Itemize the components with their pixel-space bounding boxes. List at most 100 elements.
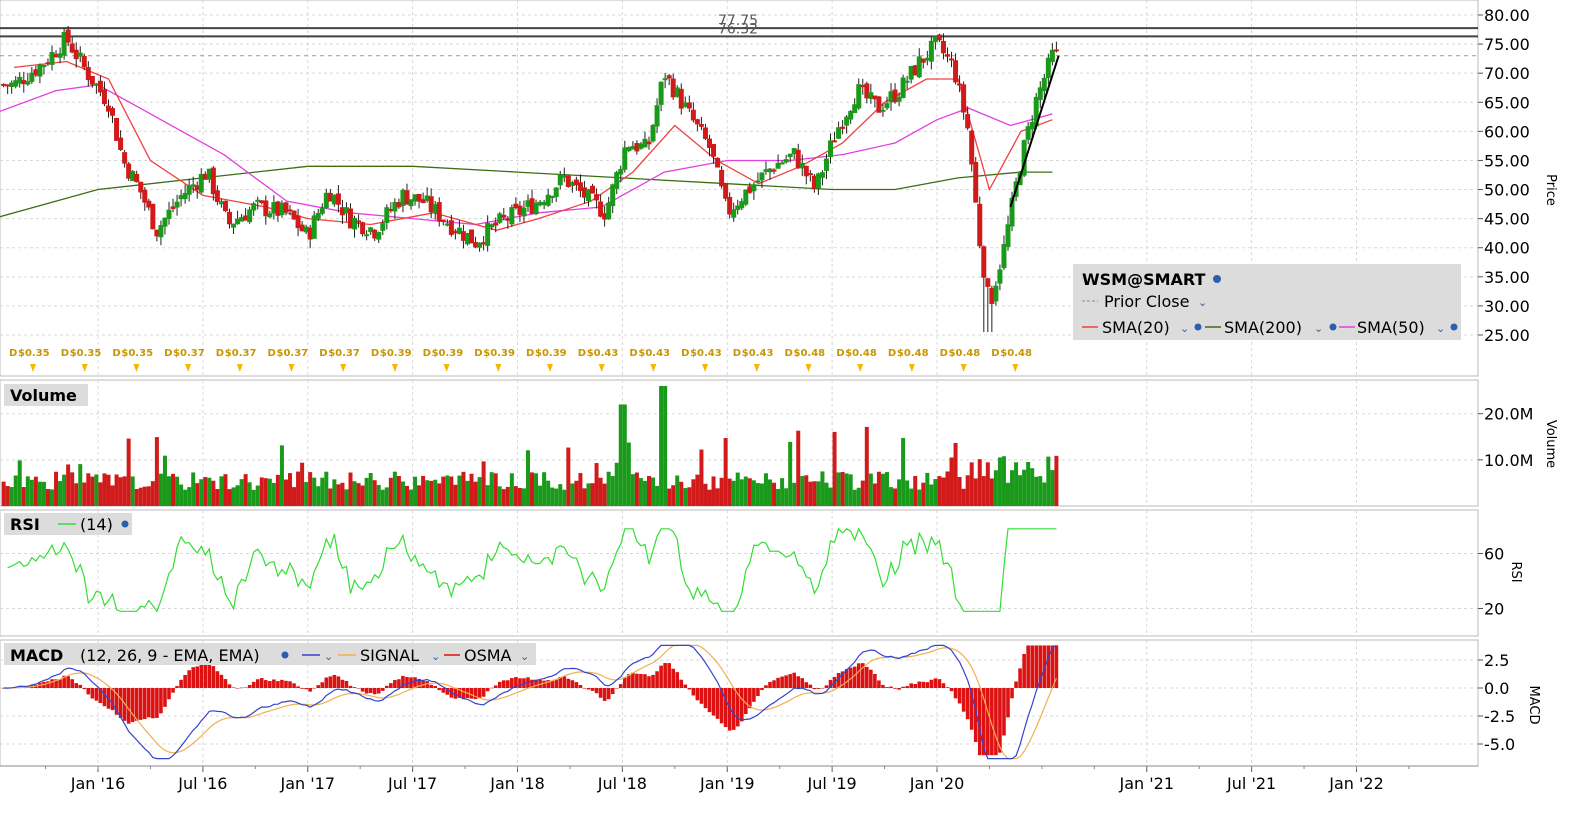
sma200-chevron-icon[interactable]: ⌄	[1314, 322, 1323, 335]
candle-body	[610, 184, 616, 207]
osma-bar	[235, 688, 240, 689]
candle-body	[771, 169, 777, 172]
volume-bar	[118, 477, 123, 506]
osma-bar	[50, 679, 54, 688]
volume-bar	[380, 489, 385, 506]
osma-bar	[780, 676, 784, 688]
candle-body	[287, 209, 293, 212]
sma20-chevron-icon[interactable]: ⌄	[1180, 322, 1189, 335]
osma-bar	[58, 679, 62, 688]
candle-body	[860, 85, 866, 88]
candle-body	[541, 202, 547, 206]
candle-body	[303, 226, 309, 233]
candle-body	[243, 215, 249, 221]
volume-bar	[804, 475, 809, 506]
osma-bar	[239, 687, 244, 689]
candle-body	[932, 36, 938, 43]
volume-bar	[651, 477, 656, 506]
candle-body	[49, 51, 55, 65]
volume-bar	[292, 487, 297, 506]
candle-body	[525, 200, 531, 207]
volume-bar	[162, 455, 167, 506]
sma200-menu-icon[interactable]	[1329, 323, 1337, 331]
candle-body	[218, 201, 224, 205]
volume-bar	[711, 476, 716, 506]
price-y-tick-label: 30.00	[1484, 297, 1530, 316]
sma50-chevron-icon[interactable]: ⌄	[1436, 322, 1445, 335]
osma-bar	[949, 688, 954, 692]
osma-bar	[796, 676, 801, 688]
price-y-tick-label: 25.00	[1484, 326, 1530, 345]
candle-body	[719, 169, 725, 187]
candle-body	[763, 169, 769, 172]
volume-bar	[130, 476, 135, 506]
volume-bar	[344, 489, 349, 506]
volume-bar	[707, 489, 712, 506]
candle-body	[214, 190, 220, 202]
candle-body	[787, 153, 793, 158]
volume-bar	[372, 480, 377, 506]
legend-symbol-menu-icon[interactable]	[1213, 275, 1221, 283]
volume-bar	[578, 473, 583, 506]
prior-close-chevron-icon[interactable]: ⌄	[1198, 296, 1207, 309]
volume-bar	[122, 476, 127, 506]
candle-body	[481, 242, 487, 245]
candle-body	[360, 222, 366, 235]
volume-bar	[735, 472, 740, 506]
candle-body	[146, 200, 152, 208]
volume-bar	[755, 483, 760, 506]
dividend-amount: $0.37	[173, 348, 205, 359]
candle-body	[953, 60, 959, 83]
candle-body	[908, 66, 914, 80]
candle-body	[799, 162, 805, 169]
macd-menu-icon[interactable]	[281, 651, 289, 659]
osma-bar	[155, 688, 159, 718]
volume-bar	[618, 404, 623, 506]
candle-body	[630, 146, 636, 150]
dividend-amount: $0.39	[380, 348, 412, 359]
candle-body	[477, 242, 483, 248]
rsi-y-tick-label: 20	[1484, 600, 1504, 619]
sma50-menu-icon[interactable]	[1450, 323, 1458, 331]
volume-bar	[800, 475, 805, 506]
osma-bar	[925, 682, 930, 688]
volume-bar	[94, 474, 99, 506]
candle-body	[263, 200, 269, 217]
volume-bar	[586, 483, 591, 506]
legend-prior-close: Prior Close	[1104, 292, 1189, 311]
candle-body	[573, 179, 579, 186]
volume-bar	[844, 473, 849, 506]
volume-y-tick-label: 20.0M	[1484, 405, 1533, 424]
candle-body	[45, 62, 51, 65]
candle-body	[626, 146, 632, 152]
candle-body	[1037, 87, 1043, 101]
candle-body	[739, 201, 745, 209]
rsi-menu-icon[interactable]	[121, 520, 129, 528]
osma-bar	[901, 686, 905, 688]
macd-chevron-icon[interactable]: ⌄	[324, 650, 333, 663]
x-tick-label: Jan '18	[489, 774, 545, 793]
candle-body	[654, 105, 660, 127]
candle-body	[380, 223, 386, 231]
rsi-title: RSI	[10, 515, 40, 534]
volume-bar	[296, 471, 301, 506]
volume-bar	[134, 489, 139, 506]
volume-bar	[473, 481, 478, 506]
osma-bar	[800, 678, 805, 688]
volume-bar	[772, 482, 777, 506]
signal-chevron-icon[interactable]: ⌄	[431, 650, 440, 663]
candle-body	[896, 96, 902, 102]
osma-bar	[74, 683, 79, 688]
osma-bar	[393, 680, 397, 688]
osma-chevron-icon[interactable]: ⌄	[520, 650, 529, 663]
candle-body	[73, 49, 79, 60]
x-tick-label: Jan '22	[1328, 774, 1384, 793]
volume-bar	[642, 480, 647, 506]
osma-bar	[881, 684, 885, 688]
sma20-menu-icon[interactable]	[1194, 323, 1202, 331]
osma-bar	[768, 681, 772, 688]
candle-body	[872, 95, 878, 100]
osma-bar	[477, 688, 482, 698]
osma-bar	[324, 677, 329, 688]
volume-bar	[445, 475, 450, 506]
